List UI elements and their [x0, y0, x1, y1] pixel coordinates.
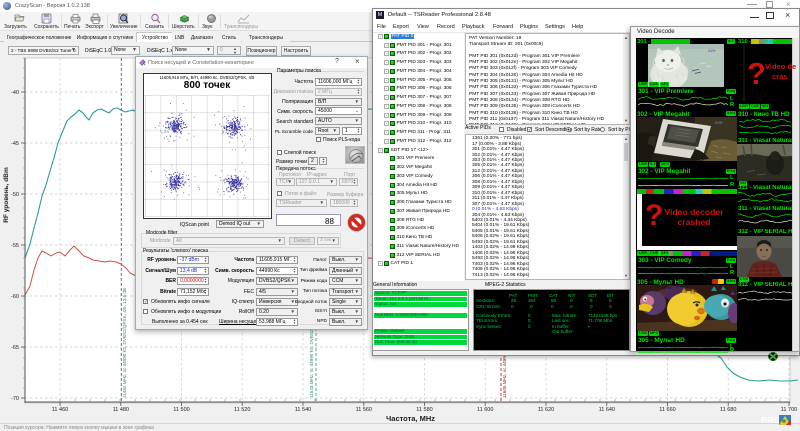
svg-text:-40: -40: [11, 90, 19, 96]
svg-text:-45: -45: [11, 141, 19, 147]
svg-text:-70: -70: [11, 396, 19, 402]
svg-text:-65: -65: [11, 345, 19, 351]
svg-text:-55: -55: [11, 243, 19, 249]
svg-text:ave: ave: [708, 48, 716, 53]
svg-text:-60: -60: [11, 294, 19, 300]
svg-text:ave: ave: [715, 120, 723, 125]
svg-text:-50: -50: [11, 192, 19, 198]
svg-text:11482 MHz, sc 44990 kS, DVBS2/: 11482 MHz, sc 44990 kS, DVBS2/QPSK, 4/5,…: [122, 288, 127, 398]
svg-text:RF уровень, dBm: RF уровень, dBm: [3, 167, 10, 223]
